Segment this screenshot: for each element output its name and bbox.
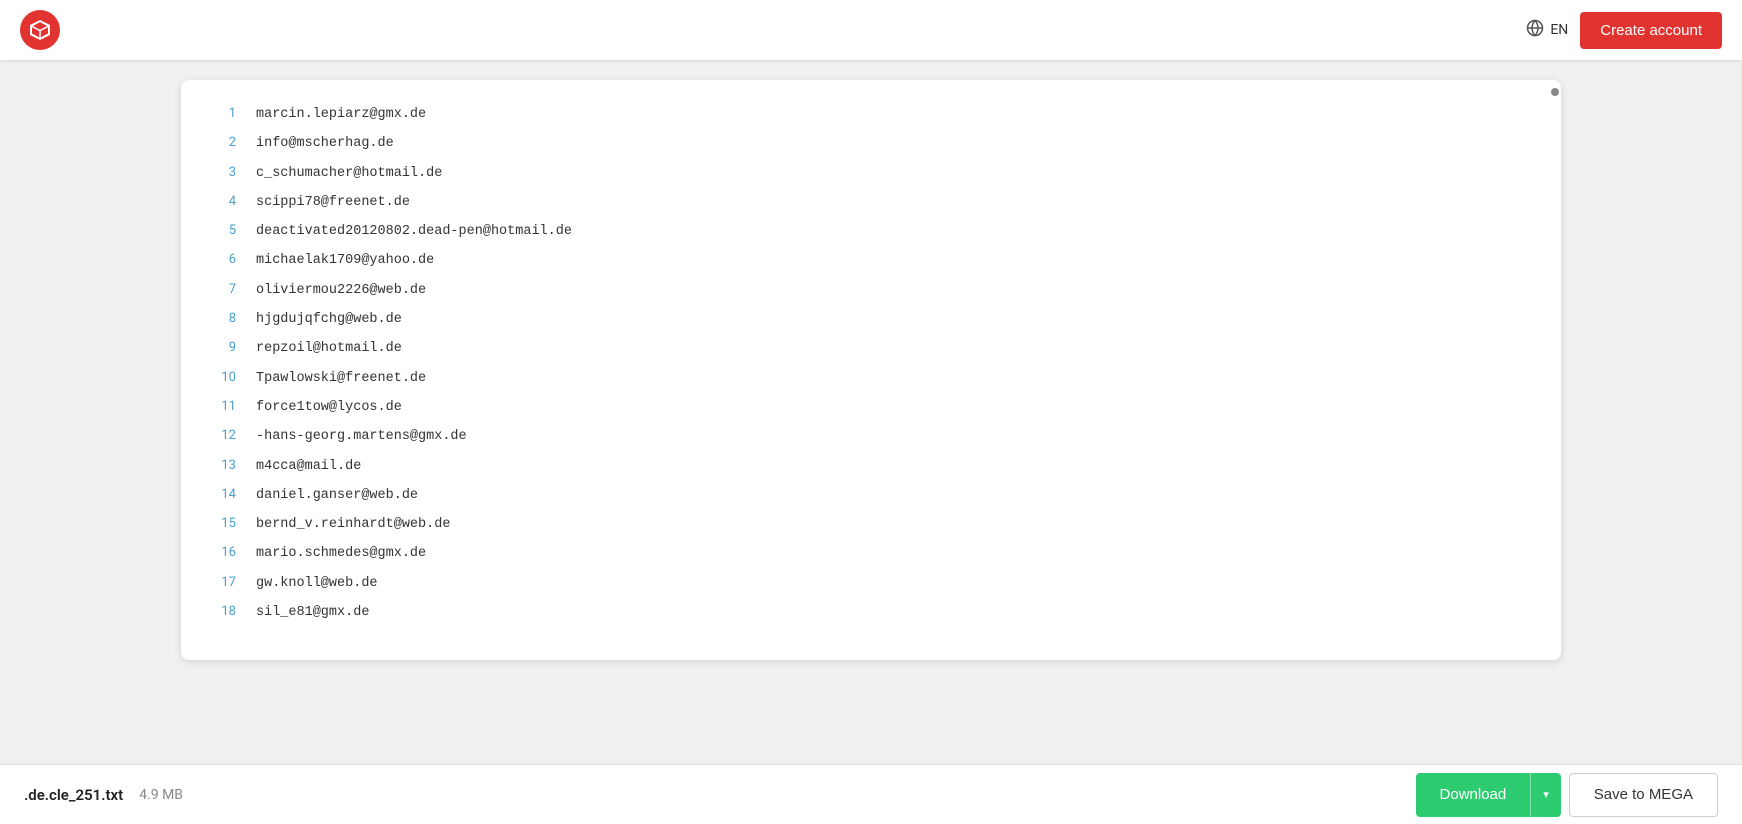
file-content[interactable]: 1 marcin.lepiarz@gmx.de 2 info@mscherhag.de… xyxy=(181,80,1561,640)
line-number: 5 xyxy=(201,219,236,242)
line-number: 4 xyxy=(201,190,236,213)
table-row: 17 gw.knoll@web.de xyxy=(181,569,1561,598)
download-button[interactable]: Download xyxy=(1416,773,1531,817)
table-row: 6 michaelak1709@yahoo.de xyxy=(181,246,1561,275)
language-selector[interactable]: EN xyxy=(1526,19,1568,41)
line-number: 17 xyxy=(201,571,236,594)
table-row: 8 hjgdujqfchg@web.de xyxy=(181,305,1561,334)
table-row: 4 scippi78@freenet.de xyxy=(181,188,1561,217)
save-to-mega-button[interactable]: Save to MEGA xyxy=(1569,773,1718,817)
line-content: deactivated20120802.dead-pen@hotmail.de xyxy=(256,220,572,244)
header-right: EN Create account xyxy=(1526,12,1722,49)
line-content: mario.schmedes@gmx.de xyxy=(256,542,426,566)
table-row: 15 bernd_v.reinhardt@web.de xyxy=(181,510,1561,539)
table-row: 18 sil_e81@gmx.de xyxy=(181,598,1561,627)
line-content: daniel.ganser@web.de xyxy=(256,484,418,508)
language-label: EN xyxy=(1550,22,1568,38)
line-content: sil_e81@gmx.de xyxy=(256,601,369,625)
line-number: 11 xyxy=(201,395,236,418)
table-row: 12 -hans-georg.martens@gmx.de xyxy=(181,422,1561,451)
line-number: 18 xyxy=(201,600,236,623)
download-dropdown-button[interactable]: ▾ xyxy=(1530,773,1561,817)
table-row: 2 info@mscherhag.de xyxy=(181,129,1561,158)
table-row: 13 m4cca@mail.de xyxy=(181,452,1561,481)
table-row: 11 force1tow@lycos.de xyxy=(181,393,1561,422)
line-number: 7 xyxy=(201,278,236,301)
line-number: 8 xyxy=(201,307,236,330)
table-row: 3 c_schumacher@hotmail.de xyxy=(181,159,1561,188)
line-content: gw.knoll@web.de xyxy=(256,572,378,596)
line-content: m4cca@mail.de xyxy=(256,455,361,479)
file-info: .de.cle_251.txt 4.9 MB xyxy=(24,786,183,804)
table-row: 5 deactivated20120802.dead-pen@hotmail.de xyxy=(181,217,1561,246)
file-size: 4.9 MB xyxy=(139,787,183,803)
line-content: force1tow@lycos.de xyxy=(256,396,402,420)
globe-icon xyxy=(1526,19,1544,41)
line-number: 10 xyxy=(201,366,236,389)
header: EN Create account xyxy=(0,0,1742,60)
line-content: c_schumacher@hotmail.de xyxy=(256,162,442,186)
table-row: 7 oliviermou2226@web.de xyxy=(181,276,1561,305)
line-number: 6 xyxy=(201,248,236,271)
line-content: oliviermou2226@web.de xyxy=(256,279,426,303)
table-row: 9 repzoil@hotmail.de xyxy=(181,334,1561,363)
line-number: 2 xyxy=(201,131,236,154)
line-number: 9 xyxy=(201,336,236,359)
mega-logo[interactable] xyxy=(20,10,60,50)
line-content: repzoil@hotmail.de xyxy=(256,337,402,361)
line-content: bernd_v.reinhardt@web.de xyxy=(256,513,450,537)
line-content: marcin.lepiarz@gmx.de xyxy=(256,103,426,127)
line-number: 14 xyxy=(201,483,236,506)
line-number: 13 xyxy=(201,454,236,477)
line-content: info@mscherhag.de xyxy=(256,132,394,156)
action-buttons: Download ▾ Save to MEGA xyxy=(1416,773,1718,817)
line-number: 12 xyxy=(201,424,236,447)
table-row: 16 mario.schmedes@gmx.de xyxy=(181,539,1561,568)
file-name: .de.cle_251.txt xyxy=(24,786,123,804)
line-number: 15 xyxy=(201,512,236,535)
line-content: michaelak1709@yahoo.de xyxy=(256,249,434,273)
line-number: 16 xyxy=(201,541,236,564)
file-viewer: 1 marcin.lepiarz@gmx.de 2 info@mscherhag.de… xyxy=(181,80,1561,660)
table-row: 14 daniel.ganser@web.de xyxy=(181,481,1561,510)
line-content: -hans-georg.martens@gmx.de xyxy=(256,425,467,449)
lines-container: 1 marcin.lepiarz@gmx.de 2 info@mscherhag.de… xyxy=(181,100,1561,627)
table-row: 10 Tpawlowski@freenet.de xyxy=(181,364,1561,393)
logo-container xyxy=(20,10,60,50)
table-row: 1 marcin.lepiarz@gmx.de xyxy=(181,100,1561,129)
line-content: scippi78@freenet.de xyxy=(256,191,410,215)
line-number: 3 xyxy=(201,161,236,184)
line-content: hjgdujqfchg@web.de xyxy=(256,308,402,332)
footer-bar: .de.cle_251.txt 4.9 MB Download ▾ Save t… xyxy=(0,764,1742,824)
create-account-button[interactable]: Create account xyxy=(1580,12,1722,49)
line-content: Tpawlowski@freenet.de xyxy=(256,367,426,391)
line-number: 1 xyxy=(201,102,236,125)
chevron-down-icon: ▾ xyxy=(1543,788,1549,801)
main-content: 1 marcin.lepiarz@gmx.de 2 info@mscherhag.de… xyxy=(0,60,1742,824)
